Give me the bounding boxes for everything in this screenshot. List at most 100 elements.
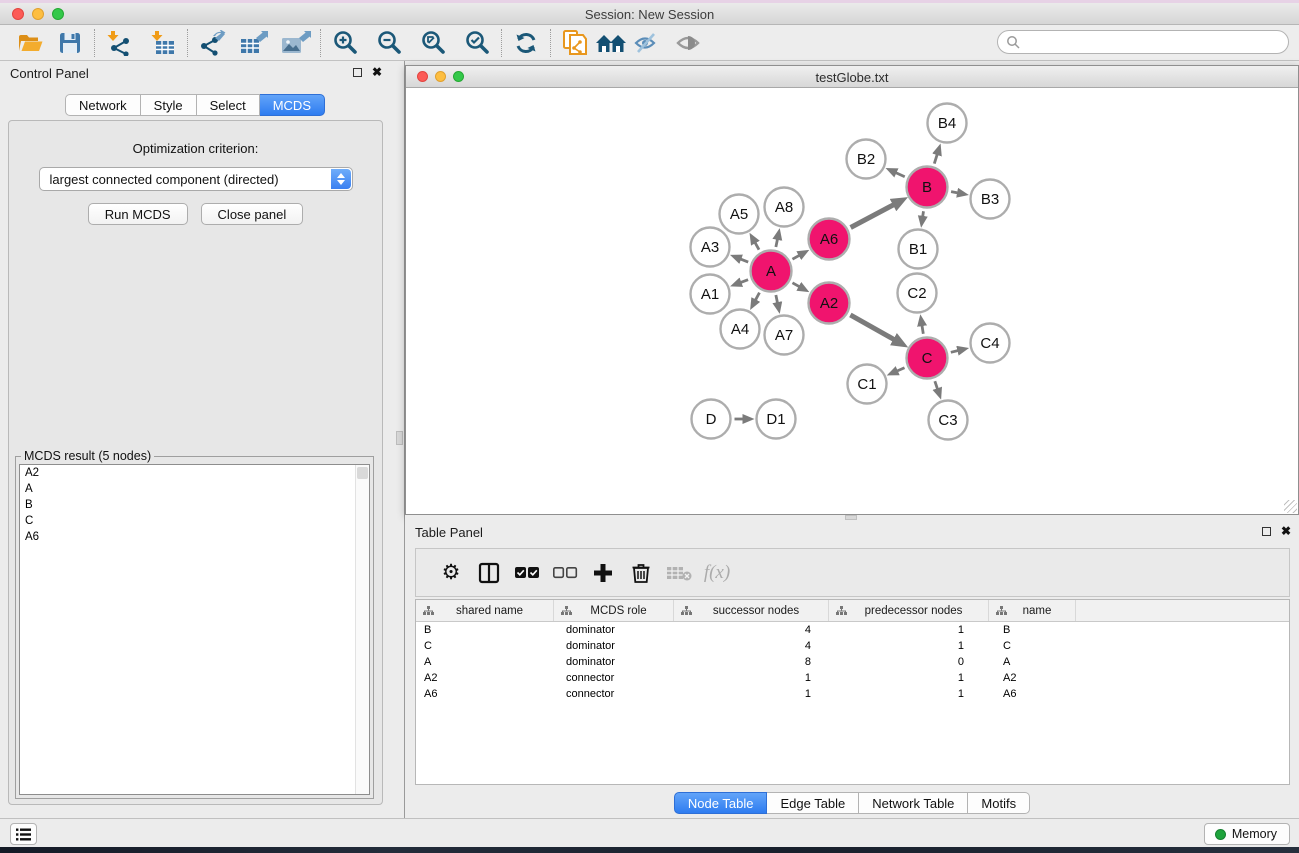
network-graph[interactable]: B4B2BB3A5A8A6A3B1AA1C2A2A4A7C4CC1C3DD1 [406, 89, 1298, 514]
graph-node-C[interactable]: C [907, 338, 948, 379]
delete-rows-icon[interactable] [622, 556, 660, 590]
graph-edge-C-C4[interactable] [951, 350, 960, 352]
column-header-successor-nodes[interactable]: successor nodes [674, 600, 829, 621]
graph-edge-C-C2[interactable] [922, 324, 923, 334]
table-float-panel-icon[interactable] [1262, 527, 1271, 536]
splitter-grip[interactable] [396, 431, 403, 445]
import-table-icon[interactable] [145, 28, 181, 58]
graph-edge-B-B2[interactable] [895, 172, 905, 177]
graph-node-B2[interactable]: B2 [847, 140, 886, 179]
show-all-networks-icon[interactable] [593, 28, 629, 58]
graph-edge-B-B3[interactable] [951, 192, 959, 194]
graph-edge-A-A6[interactable] [792, 255, 800, 259]
panel-splitter[interactable] [390, 61, 405, 818]
graph-node-C2[interactable]: C2 [898, 274, 937, 313]
graph-node-A7[interactable]: A7 [765, 316, 804, 355]
graph-edge-C-C1[interactable] [896, 368, 905, 372]
graph-edge-C-C3[interactable] [935, 381, 938, 390]
columns-icon[interactable] [470, 556, 508, 590]
graph-node-B[interactable]: B [907, 167, 948, 208]
graph-node-A5[interactable]: A5 [720, 195, 759, 234]
hide-edges-icon[interactable] [629, 28, 665, 58]
export-table-icon[interactable] [236, 28, 272, 58]
graph-node-A[interactable]: A [751, 251, 792, 292]
gear-icon[interactable]: ⚙ [432, 556, 470, 590]
column-header-predecessor-nodes[interactable]: predecessor nodes [829, 600, 989, 621]
table-row[interactable]: Bdominator41B [416, 622, 1289, 638]
function-builder-icon[interactable]: f(x) [698, 556, 736, 590]
tab-edge-table[interactable]: Edge Table [767, 792, 859, 814]
result-item[interactable]: A [20, 481, 369, 497]
table-row[interactable]: A6connector11A6 [416, 686, 1289, 702]
graph-edge-A-A5[interactable] [754, 241, 759, 249]
export-network-icon[interactable] [194, 28, 230, 58]
add-row-icon[interactable] [584, 556, 622, 590]
export-image-icon[interactable] [278, 28, 314, 58]
deselect-all-icon[interactable] [546, 556, 584, 590]
graph-edge-A-A2[interactable] [792, 283, 800, 287]
delete-table-icon[interactable] [660, 556, 698, 590]
network-window-titlebar[interactable]: testGlobe.txt [406, 66, 1298, 88]
column-header-shared-name[interactable]: shared name [416, 600, 554, 621]
graph-node-B1[interactable]: B1 [899, 230, 938, 269]
graph-edge-A-A4[interactable] [755, 293, 760, 302]
column-header-name[interactable]: name [989, 600, 1076, 621]
graph-node-A2[interactable]: A2 [809, 283, 850, 324]
graph-node-A6[interactable]: A6 [809, 219, 850, 260]
mcds-result-list[interactable]: A2ABCA6 [19, 464, 370, 795]
column-header-MCDS-role[interactable]: MCDS role [554, 600, 674, 621]
zoom-in-icon[interactable] [327, 28, 363, 58]
graph-edge-A2-C[interactable] [850, 315, 895, 340]
graph-node-C1[interactable]: C1 [848, 365, 887, 404]
graph-edge-B-B1[interactable] [923, 211, 924, 218]
graph-node-D[interactable]: D [692, 400, 731, 439]
select-all-icon[interactable] [508, 556, 546, 590]
tab-style[interactable]: Style [141, 94, 197, 116]
search-input[interactable] [1025, 35, 1288, 49]
clone-network-icon[interactable] [557, 28, 593, 58]
tab-node-table[interactable]: Node Table [674, 792, 768, 814]
close-panel-icon[interactable]: ✖ [372, 66, 382, 78]
graph-node-B4[interactable]: B4 [928, 104, 967, 143]
graph-edge-A-A8[interactable] [776, 238, 778, 247]
table-row[interactable]: Adominator80A [416, 654, 1289, 670]
save-session-icon[interactable] [52, 28, 88, 58]
graph-node-D1[interactable]: D1 [757, 400, 796, 439]
graph-edge-A6-B[interactable] [851, 204, 895, 227]
tab-select[interactable]: Select [197, 94, 260, 116]
table-close-panel-icon[interactable]: ✖ [1281, 525, 1291, 537]
refresh-layout-icon[interactable] [508, 28, 544, 58]
zoom-out-icon[interactable] [371, 28, 407, 58]
table-row[interactable]: A2connector11A2 [416, 670, 1289, 686]
graph-edge-A-A3[interactable] [739, 259, 748, 262]
graph-node-A4[interactable]: A4 [721, 310, 760, 349]
window-resize-grip[interactable] [1284, 500, 1297, 513]
memory-button[interactable]: Memory [1204, 823, 1290, 845]
optimization-criterion-select[interactable]: largest connected component (directed) [39, 167, 353, 191]
tab-network-table[interactable]: Network Table [859, 792, 968, 814]
show-graphics-icon[interactable] [671, 28, 707, 58]
graph-node-A3[interactable]: A3 [691, 228, 730, 267]
search-field[interactable] [997, 30, 1289, 54]
open-file-icon[interactable] [12, 28, 48, 58]
float-panel-icon[interactable] [353, 68, 362, 77]
result-item[interactable]: A6 [20, 529, 369, 545]
table-row[interactable]: Cdominator41C [416, 638, 1289, 654]
graph-node-A1[interactable]: A1 [691, 275, 730, 314]
result-item[interactable]: C [20, 513, 369, 529]
result-scrollbar[interactable] [355, 465, 369, 794]
close-panel-button[interactable]: Close panel [201, 203, 304, 225]
graph-node-B3[interactable]: B3 [971, 180, 1010, 219]
result-item[interactable]: B [20, 497, 369, 513]
import-network-icon[interactable] [101, 28, 137, 58]
run-mcds-button[interactable]: Run MCDS [88, 203, 188, 225]
result-item[interactable]: A2 [20, 465, 369, 481]
graph-edge-B-B4[interactable] [934, 153, 937, 164]
graph-edge-A-A1[interactable] [739, 280, 748, 283]
graph-node-A8[interactable]: A8 [765, 188, 804, 227]
graph-node-C4[interactable]: C4 [971, 324, 1010, 363]
graph-edge-A-A7[interactable] [776, 295, 778, 304]
zoom-fit-icon[interactable] [415, 28, 451, 58]
tab-network[interactable]: Network [65, 94, 141, 116]
tab-motifs[interactable]: Motifs [968, 792, 1030, 814]
